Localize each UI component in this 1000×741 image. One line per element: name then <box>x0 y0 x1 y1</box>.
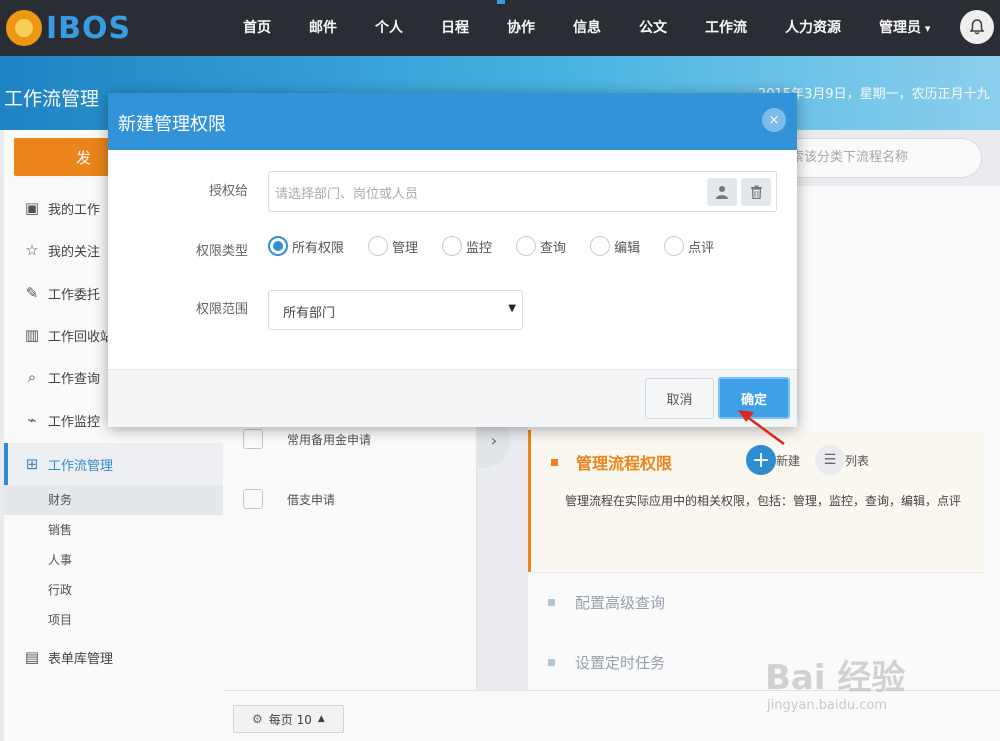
radio-query[interactable]: 查询 <box>516 236 566 256</box>
radio-label: 所有权限 <box>292 240 345 256</box>
radio-circle <box>368 236 389 256</box>
dialog-title: 新建管理权限 <box>118 114 226 135</box>
radio-circle <box>268 236 288 256</box>
radio-circle <box>664 236 685 256</box>
authorize-to-field[interactable]: 请选择部门、岗位或人员 <box>268 171 777 212</box>
radio-comment[interactable]: 点评 <box>664 236 714 256</box>
annotation-arrow-icon <box>738 410 785 446</box>
radio-label: 查询 <box>540 240 567 256</box>
radio-edit[interactable]: 编辑 <box>590 236 640 256</box>
new-permission-dialog: 新建管理权限 × 授权给 请选择部门、岗位或人员 权限类型 所有权限 管理 监控… <box>108 93 797 427</box>
permission-scope-select[interactable]: 所有部门 ▼ <box>268 290 523 330</box>
radio-label: 编辑 <box>614 240 641 256</box>
radio-monitor[interactable]: 监控 <box>442 236 492 256</box>
trash-icon[interactable] <box>741 178 771 206</box>
radio-circle <box>516 236 537 256</box>
scope-label: 权限范围 <box>195 302 248 317</box>
scope-selected-value: 所有部门 <box>283 306 336 321</box>
radio-label: 管理 <box>392 240 419 256</box>
auth-label: 授权给 <box>208 184 248 199</box>
user-picker-icon[interactable] <box>707 178 737 206</box>
close-icon[interactable]: × <box>762 108 786 132</box>
type-label: 权限类型 <box>195 244 248 259</box>
radio-label: 点评 <box>688 240 715 256</box>
permission-type-radio-group: 所有权限 管理 监控 查询 编辑 点评 <box>268 236 738 256</box>
dialog-footer: 取消 确定 <box>108 369 797 427</box>
cancel-button[interactable]: 取消 <box>645 378 714 419</box>
radio-label: 监控 <box>466 240 493 256</box>
chevron-down-icon: ▼ <box>508 303 516 314</box>
radio-circle <box>590 236 611 256</box>
dialog-header: 新建管理权限 × <box>108 93 797 150</box>
auth-placeholder: 请选择部门、岗位或人员 <box>275 187 419 202</box>
radio-all-permissions[interactable]: 所有权限 <box>268 236 344 256</box>
radio-manage[interactable]: 管理 <box>368 236 418 256</box>
radio-circle <box>442 236 463 256</box>
